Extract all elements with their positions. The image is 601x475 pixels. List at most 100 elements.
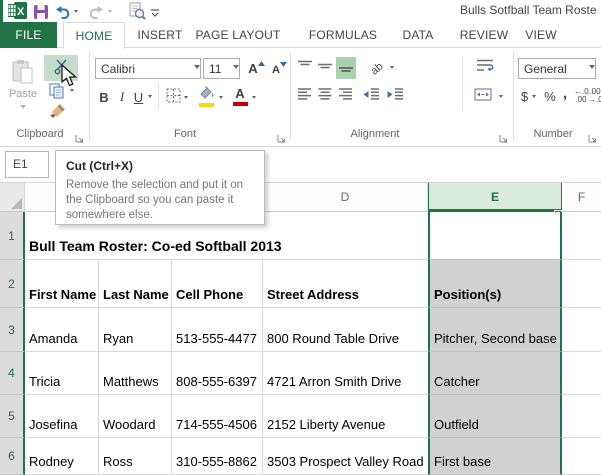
row-header-3[interactable]: 3: [0, 308, 25, 352]
font-name-combo[interactable]: Calibri: [95, 58, 201, 79]
cell-c4[interactable]: 808-555-6397: [172, 352, 263, 395]
cell-d5[interactable]: 2152 Liberty Avenue: [263, 395, 428, 438]
column-header-e-selected[interactable]: E: [428, 183, 562, 212]
undo-dropdown-icon[interactable]: [74, 10, 78, 15]
tab-file[interactable]: FILE: [0, 22, 57, 48]
name-box[interactable]: E1: [5, 151, 49, 178]
cell-a4[interactable]: Tricia: [25, 352, 99, 395]
bottom-align-button[interactable]: [336, 57, 356, 79]
borders-dropdown-icon[interactable]: [184, 96, 188, 101]
row-header-1[interactable]: 1: [0, 212, 25, 260]
wrap-text-button[interactable]: [472, 57, 498, 77]
font-color-dropdown-icon[interactable]: [252, 96, 256, 101]
cell-c3[interactable]: 513-555-4477: [172, 308, 263, 352]
tab-insert[interactable]: INSERT: [133, 22, 187, 48]
cell-f4[interactable]: [562, 352, 601, 395]
cell-e4[interactable]: Catcher: [428, 352, 562, 395]
increase-font-size-button[interactable]: A: [246, 57, 267, 79]
select-all-button[interactable]: [0, 183, 25, 212]
cell-b4[interactable]: Matthews: [99, 352, 172, 395]
cell-d2[interactable]: Street Address: [263, 260, 428, 308]
cell-f6[interactable]: [562, 438, 601, 475]
cell-e2[interactable]: Position(s): [428, 260, 562, 308]
italic-button[interactable]: I: [115, 86, 129, 108]
tab-view[interactable]: VIEW: [520, 22, 562, 48]
orientation-button[interactable]: ab: [366, 56, 388, 78]
save-icon[interactable]: [34, 4, 48, 22]
bold-button[interactable]: B: [95, 86, 113, 108]
cell-d6[interactable]: 3503 Prospect Valley Road: [263, 438, 428, 475]
merge-center-button[interactable]: [470, 86, 496, 106]
increase-indent-button[interactable]: [384, 86, 406, 106]
format-painter-button[interactable]: [45, 102, 71, 120]
clipboard-dialog-launcher[interactable]: [74, 131, 84, 141]
align-center-button[interactable]: [316, 86, 334, 106]
cell-a6[interactable]: Rodney: [25, 438, 99, 475]
cell-c5[interactable]: 714-555-4506: [172, 395, 263, 438]
cell-a3[interactable]: Amanda: [25, 308, 99, 352]
customize-quick-access-icon[interactable]: [150, 5, 160, 23]
excel-logo-icon[interactable]: X: [8, 2, 27, 20]
cell-a5[interactable]: Josefina: [25, 395, 99, 438]
comma-style-button[interactable]: ,: [560, 83, 570, 103]
number-format-combo[interactable]: General: [518, 58, 596, 79]
cell-e5[interactable]: Outfield: [428, 395, 562, 438]
accounting-dropdown-icon[interactable]: [532, 95, 536, 100]
copy-dropdown-icon[interactable]: [70, 89, 74, 94]
cell-b3[interactable]: Ryan: [99, 308, 172, 352]
increase-decimal-button[interactable]: ←.0 .00: [574, 86, 588, 106]
top-align-button[interactable]: [296, 57, 314, 77]
cell-e1-active[interactable]: [428, 212, 562, 260]
align-right-button[interactable]: [336, 86, 354, 106]
column-header-d[interactable]: D: [263, 183, 428, 212]
accounting-format-button[interactable]: $: [518, 86, 531, 106]
cell-f1[interactable]: [562, 212, 601, 260]
middle-align-button[interactable]: [316, 57, 334, 77]
fill-color-dropdown-icon[interactable]: [219, 96, 223, 101]
merge-center-dropdown-icon[interactable]: [499, 95, 503, 100]
cell-b2[interactable]: Last Name: [99, 260, 172, 308]
redo-dropdown-icon[interactable]: [108, 10, 112, 15]
cell-e6[interactable]: First base: [428, 438, 562, 475]
alignment-dialog-launcher[interactable]: [498, 131, 508, 141]
cell-c2[interactable]: Cell Phone: [172, 260, 263, 308]
tab-page-layout[interactable]: PAGE LAYOUT: [193, 22, 283, 48]
align-left-button[interactable]: [296, 86, 314, 106]
underline-dropdown-icon[interactable]: [148, 95, 152, 100]
row-header-6[interactable]: 6: [0, 438, 25, 475]
orientation-dropdown-icon[interactable]: [390, 66, 394, 71]
tab-home[interactable]: HOME: [63, 22, 125, 49]
row-header-4[interactable]: 4: [0, 352, 25, 395]
cell-d3[interactable]: 800 Round Table Drive: [263, 308, 428, 352]
percent-style-button[interactable]: %: [542, 86, 558, 106]
cell-d4[interactable]: 4721 Arron Smith Drive: [263, 352, 428, 395]
borders-button[interactable]: [164, 87, 182, 107]
cell-b6[interactable]: Ross: [99, 438, 172, 475]
tab-formulas[interactable]: FORMULAS: [305, 22, 381, 48]
tab-data[interactable]: DATA: [397, 22, 439, 48]
underline-button[interactable]: U: [131, 86, 146, 108]
decrease-indent-button[interactable]: [360, 86, 382, 106]
redo-icon[interactable]: [89, 4, 104, 22]
cell-e3[interactable]: Pitcher, Second base: [428, 308, 562, 352]
cell-a2[interactable]: First Name: [25, 260, 99, 308]
decrease-decimal-button[interactable]: .00 →.0: [588, 86, 601, 106]
print-preview-icon[interactable]: [128, 2, 146, 20]
row-header-5[interactable]: 5: [0, 395, 25, 438]
undo-icon[interactable]: [55, 4, 70, 22]
fill-color-button[interactable]: [196, 85, 216, 107]
font-size-combo[interactable]: 11: [203, 58, 240, 79]
cell-f2[interactable]: [562, 260, 601, 308]
column-header-f[interactable]: F: [562, 183, 601, 212]
tab-review[interactable]: REVIEW: [455, 22, 513, 48]
cell-c6[interactable]: 310-555-8862: [172, 438, 263, 475]
cell-f3[interactable]: [562, 308, 601, 352]
decrease-font-size-button[interactable]: A: [269, 57, 290, 79]
number-dialog-launcher[interactable]: [587, 131, 597, 141]
font-dialog-launcher[interactable]: [276, 131, 286, 141]
paste-button[interactable]: Paste: [4, 54, 42, 120]
cell-b5[interactable]: Woodard: [99, 395, 172, 438]
font-color-button[interactable]: A: [231, 85, 249, 107]
row-header-2[interactable]: 2: [0, 260, 25, 308]
cell-f5[interactable]: [562, 395, 601, 438]
